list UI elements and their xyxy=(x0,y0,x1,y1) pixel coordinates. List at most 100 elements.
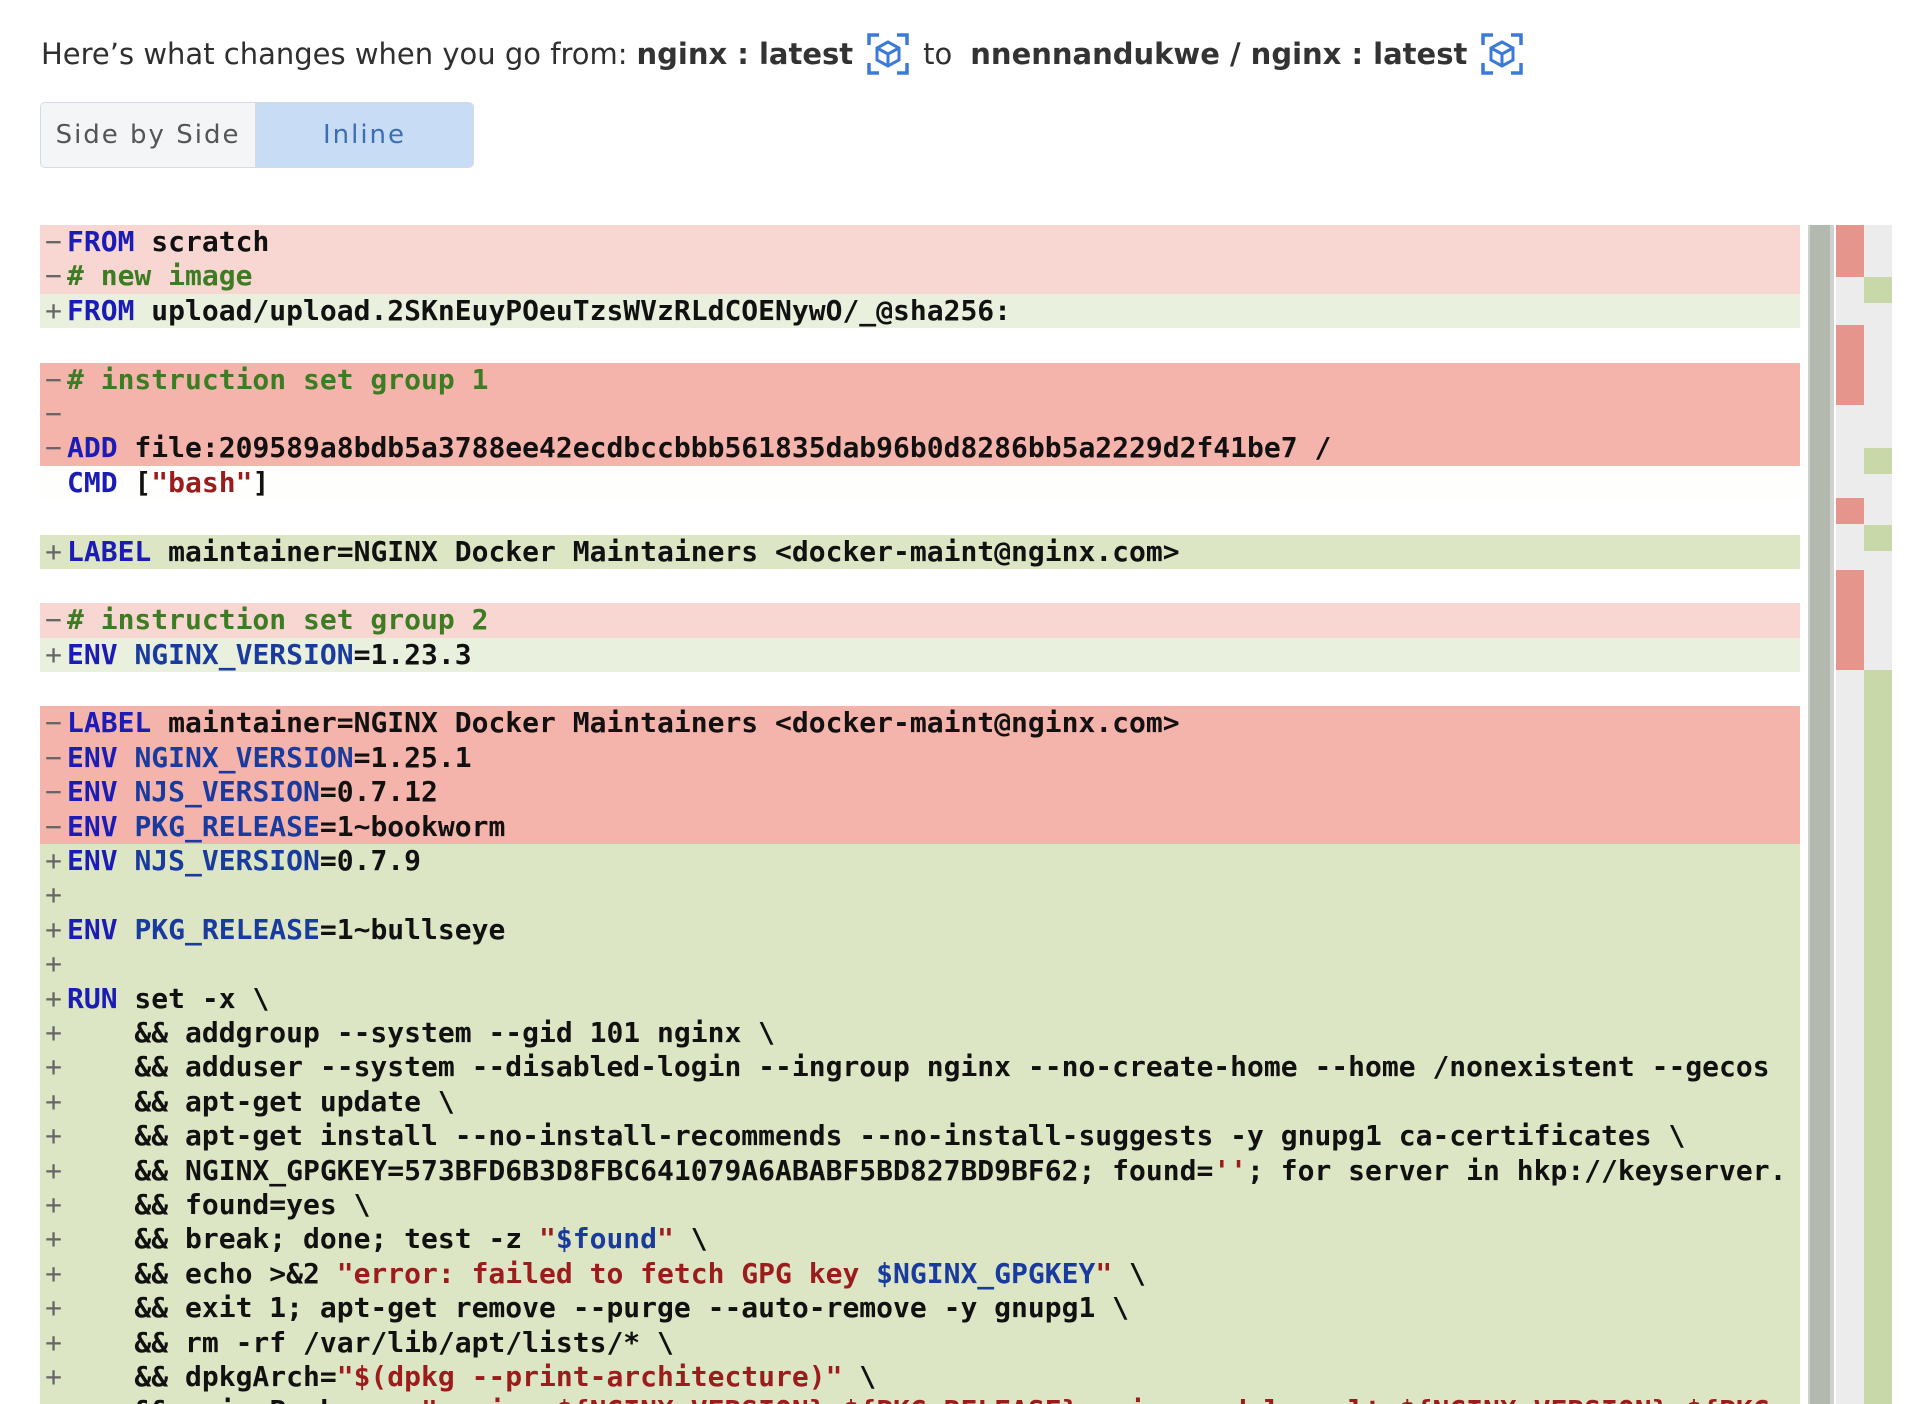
diff-line-marker: + xyxy=(40,1394,67,1404)
diff-line-removed: − # new image xyxy=(40,259,1800,294)
diff-line-removed: − xyxy=(40,396,1800,432)
diff-line-marker: + xyxy=(45,637,62,671)
diff-line-marker: + xyxy=(45,844,62,878)
code-text: \ xyxy=(673,1222,708,1256)
diff-line-added: + ENV PKG_RELEASE=1~bullseye xyxy=(40,912,1800,948)
diff-overview-ruler[interactable] xyxy=(1836,225,1892,1404)
diff-line-marker: + xyxy=(45,947,62,981)
code-string: '' xyxy=(1213,1153,1248,1187)
code-variable: PKG_RELEASE xyxy=(134,809,320,843)
code-keyword: LABEL xyxy=(67,534,152,568)
diff-line-blank xyxy=(40,568,1800,604)
diff-line-marker: + xyxy=(45,1119,62,1153)
diff-line-added: + && NGINX_GPGKEY=573BFD6B3D8FBC641079A6… xyxy=(40,1153,1800,1188)
code-string: "error: failed to fetch GPG key xyxy=(336,1256,877,1290)
diff-line-marker: − xyxy=(45,225,62,258)
diff-line-marker: + xyxy=(45,1291,62,1325)
diff-line-added: + && found=yes \ xyxy=(40,1187,1800,1223)
diff-line-blank xyxy=(40,672,1800,707)
diff-line-marker: + xyxy=(45,1187,62,1221)
code-comment: # instruction set group 1 xyxy=(67,362,489,396)
diff-line-added: + && addgroup --system --gid 101 nginx \ xyxy=(40,1015,1800,1051)
diff-line-added: + && dpkgArch="$(dpkg --print-architectu… xyxy=(40,1359,1800,1395)
diff-line-added: + && exit 1; apt-get remove --purge --au… xyxy=(40,1291,1800,1326)
code-keyword: LABEL xyxy=(67,706,152,740)
diff-line-removed: − ENV PKG_RELEASE=1~bookworm xyxy=(40,809,1800,845)
code-variable: $NGINX_GPGKEY xyxy=(876,1256,1096,1290)
diff-line-marker: + xyxy=(45,1153,62,1187)
code-text: \ xyxy=(1112,1256,1146,1290)
to-image-name[interactable]: nnennandukwe / nginx : latest xyxy=(970,37,1467,71)
diff-line-added: + FROM upload/upload.2SKnEuyPOeuTzsWVzRLd… xyxy=(40,293,1800,329)
code-text: =1.23.3 xyxy=(353,637,472,671)
code-text: && adduser --system --disabled-login --i… xyxy=(67,1050,1770,1084)
code-text: maintainer=NGINX Docker Maintainers <doc… xyxy=(151,706,1180,740)
diff-line-added: + ENV NGINX_VERSION=1.23.3 xyxy=(40,637,1800,673)
diff-line-marker: − xyxy=(45,362,62,396)
diff-line-marker: − xyxy=(45,603,62,637)
overview-added-marker xyxy=(1864,670,1892,1404)
to-image-cube-icon[interactable] xyxy=(1481,33,1524,75)
connector-text: to xyxy=(923,37,953,71)
diff-line-marker: − xyxy=(45,706,62,740)
code-keyword: ADD xyxy=(67,431,118,465)
code-text: upload/upload.2SKnEuyPOeuTzsWVzRLdCOENyw… xyxy=(134,293,1012,327)
code-variable: NJS_VERSION xyxy=(134,844,320,878)
code-text: && dpkgArch= xyxy=(67,1359,337,1393)
from-image-name[interactable]: nginx : latest xyxy=(637,37,854,71)
diff-line-removed: − # instruction set group 1 xyxy=(40,362,1800,397)
diff-line-added: + xyxy=(40,878,1800,913)
compare-header: Here’s what changes when you go from: ng… xyxy=(41,30,1537,78)
overview-added-marker xyxy=(1864,525,1892,551)
code-variable: PKG_RELEASE xyxy=(134,912,320,946)
code-text: ] xyxy=(252,465,270,499)
inline-button[interactable]: Inline xyxy=(256,103,473,167)
diff-line-added: + && rm -rf /var/lib/apt/lists/* \ xyxy=(40,1325,1800,1360)
diff-line-marker: + xyxy=(45,1256,62,1290)
diff-line-added: + && apt-get install --no-install-recomm… xyxy=(40,1119,1800,1154)
diff-line-added: + xyxy=(40,947,1800,982)
code-variable: NGINX_VERSION xyxy=(134,637,354,671)
code-keyword: ENV xyxy=(67,775,118,809)
diff-line-marker: + xyxy=(45,1050,62,1084)
diff-line-marker: + xyxy=(45,981,62,1015)
code-text: && nginxPackages= xyxy=(67,1394,421,1404)
diff-line-removed: − ENV NJS_VERSION=0.7.12 xyxy=(40,775,1800,810)
code-text: && exit 1; apt-get remove --purge --auto… xyxy=(67,1291,1130,1325)
code-text: [ xyxy=(117,465,152,499)
code-text: && NGINX_GPGKEY=573BFD6B3D8FBC641079A6AB… xyxy=(67,1153,1214,1187)
diff-line-context: CMD ["bash"] xyxy=(40,465,1800,501)
overview-added-marker xyxy=(1864,448,1892,474)
code-keyword: RUN xyxy=(67,981,118,1015)
code-text: \ xyxy=(842,1359,877,1393)
code-text: maintainer=NGINX Docker Maintainers <doc… xyxy=(151,534,1180,568)
code-text: && addgroup --system --gid 101 nginx \ xyxy=(67,1015,776,1049)
code-keyword: ENV xyxy=(67,844,118,878)
code-text: ; for server in hkp://keyserver. xyxy=(1247,1153,1787,1187)
code-text: && break; done; test -z xyxy=(67,1222,540,1256)
code-text: =1~bullseye xyxy=(319,912,506,946)
diff-line-added: + && break; done; test -z "$found" \ xyxy=(40,1222,1800,1257)
code-text: scratch xyxy=(134,225,270,258)
code-text: set -x \ xyxy=(117,981,270,1015)
code-keyword: FROM xyxy=(67,293,135,327)
diff-line-marker: + xyxy=(45,1359,62,1393)
vertical-scrollbar-thumb[interactable] xyxy=(1810,225,1830,1404)
side-by-side-button[interactable]: Side by Side xyxy=(41,103,256,167)
from-image-cube-icon[interactable] xyxy=(867,33,909,75)
diff-line-added: + && echo >&2 "error: failed to fetch GP… xyxy=(40,1256,1800,1292)
code-keyword: ENV xyxy=(67,912,118,946)
code-variable: NGINX_VERSION xyxy=(134,740,354,774)
code-keyword: ENV xyxy=(67,809,118,843)
diff-line-marker: + xyxy=(45,1015,62,1049)
diff-line-marker: + xyxy=(45,878,62,912)
code-string: "$(dpkg --print-architecture)" xyxy=(336,1359,843,1393)
diff-line-marker: − xyxy=(45,259,62,293)
diff-viewer[interactable]: − FROM scratch − # new image + FROM upload/up… xyxy=(40,225,1828,1404)
diff-line-added: + ENV NJS_VERSION=0.7.9 xyxy=(40,844,1800,879)
code-keyword: FROM xyxy=(67,225,135,258)
overview-removed-marker xyxy=(1836,498,1864,524)
